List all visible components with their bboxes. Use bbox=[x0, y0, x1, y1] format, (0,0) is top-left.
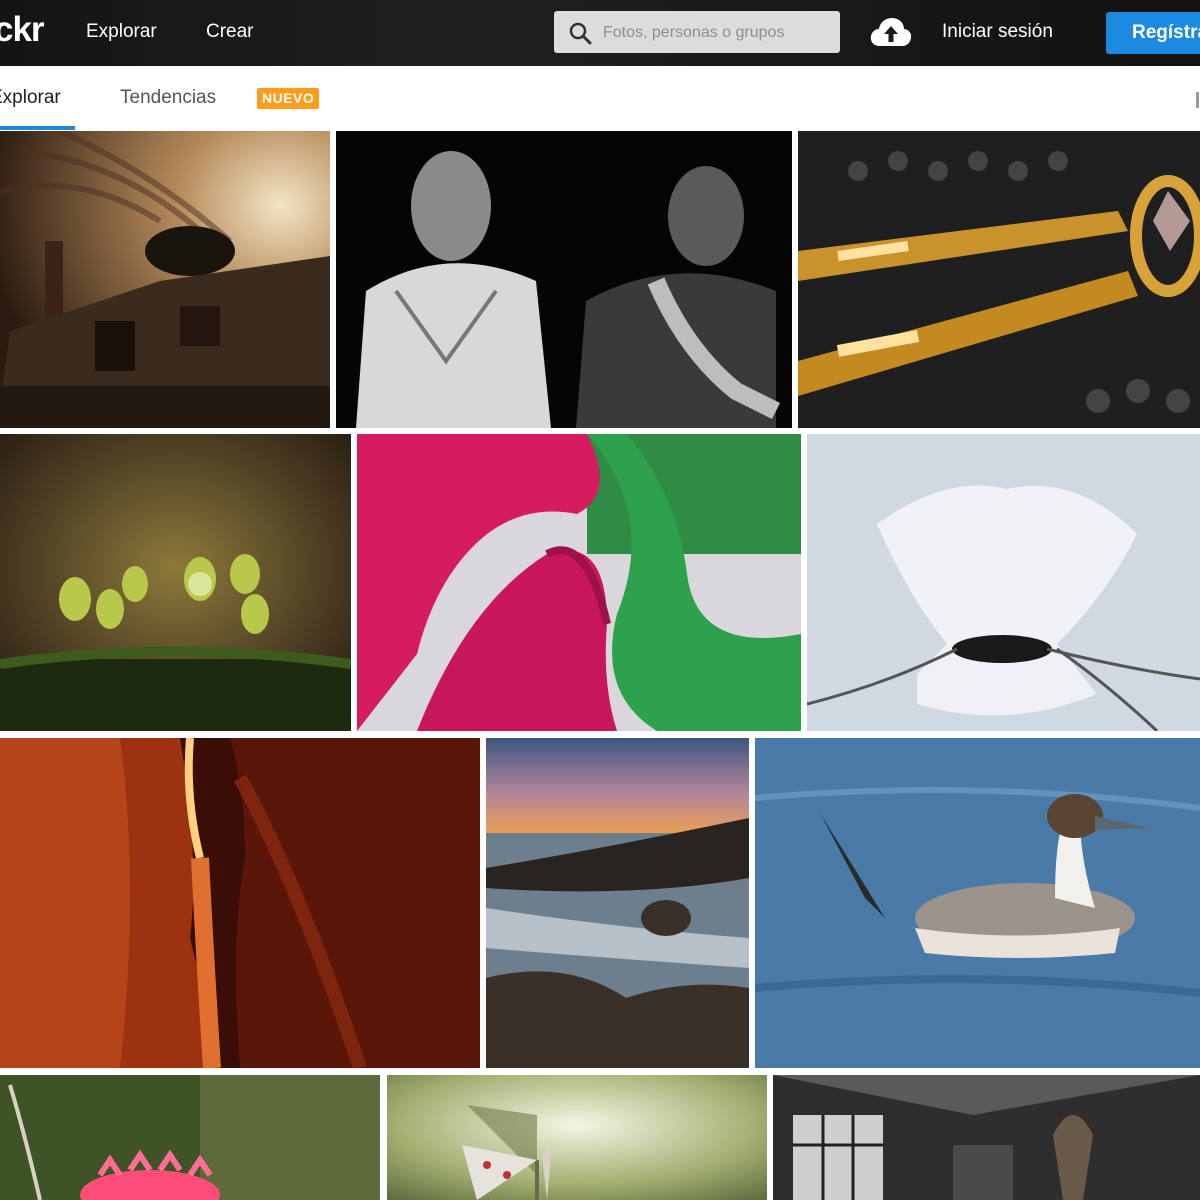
photo-pink-green-fabric[interactable] bbox=[357, 434, 801, 731]
login-link[interactable]: Iniciar sesión bbox=[942, 21, 1053, 43]
sub-navigation: Explorar Tendencias NUEVO bbox=[0, 66, 1200, 130]
photo-abandoned-shack[interactable] bbox=[0, 131, 330, 428]
nav-create-link[interactable]: Crear bbox=[206, 21, 254, 43]
cloud-upload-icon[interactable] bbox=[870, 16, 912, 48]
tab-trending[interactable]: Tendencias bbox=[120, 87, 216, 109]
search-icon[interactable] bbox=[568, 21, 592, 45]
photo-rocky-coast[interactable] bbox=[486, 738, 749, 1068]
search-input[interactable] bbox=[601, 11, 835, 55]
photo-red-canyon[interactable] bbox=[0, 738, 480, 1068]
photo-pintail-duck[interactable] bbox=[755, 738, 1200, 1068]
photo-gold-ring[interactable] bbox=[798, 131, 1200, 428]
photo-pink-flower[interactable] bbox=[0, 1075, 380, 1200]
nav-explore-link[interactable]: Explorar bbox=[86, 21, 157, 43]
top-bar: ckr Explorar Crear Iniciar sesión Regíst… bbox=[0, 0, 1200, 66]
overflow-edge bbox=[1196, 92, 1199, 108]
photo-bw-portrait[interactable] bbox=[336, 131, 792, 428]
photo-green-sprouts[interactable] bbox=[0, 434, 351, 731]
photo-butterfly[interactable] bbox=[387, 1075, 767, 1200]
tab-explore[interactable]: Explorar bbox=[0, 87, 61, 109]
signup-button[interactable]: Regístrate bbox=[1106, 12, 1200, 54]
search-box[interactable] bbox=[554, 11, 840, 55]
flickr-logo[interactable]: ckr bbox=[0, 10, 45, 50]
photo-white-tulle[interactable] bbox=[807, 434, 1200, 731]
photo-industrial-hall[interactable] bbox=[773, 1075, 1200, 1200]
active-tab-indicator bbox=[0, 126, 75, 130]
new-badge: NUEVO bbox=[257, 88, 320, 109]
